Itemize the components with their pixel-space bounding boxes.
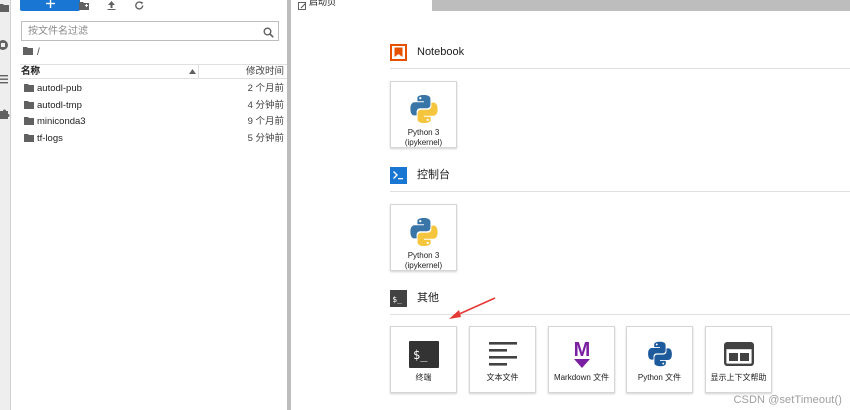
- file-modified: 4 分钟前: [247, 99, 284, 111]
- new-folder-icon[interactable]: [78, 0, 90, 10]
- launcher-tab-icon: [298, 0, 307, 16]
- extension-puzzle-icon[interactable]: [0, 107, 11, 121]
- file-list-item[interactable]: autodl-tmp 4 分钟前: [20, 98, 287, 115]
- file-list-item[interactable]: miniconda3 9 个月前: [20, 114, 287, 131]
- file-list: autodl-pub 2 个月前 autodl-tmp 4 分钟前 minico…: [20, 81, 287, 147]
- card-label: 文本文件: [486, 373, 519, 382]
- file-modified: 9 个月前: [247, 116, 284, 127]
- section-title: 其他: [417, 292, 439, 304]
- text-file-icon: [470, 337, 535, 371]
- folder-icon: [24, 133, 34, 145]
- section-divider: [390, 314, 850, 315]
- file-name: autodl-tmp: [37, 99, 82, 111]
- file-modified: 5 分钟前: [247, 132, 284, 144]
- notebook-icon: [390, 44, 407, 61]
- new-launcher-button[interactable]: [20, 0, 80, 11]
- column-modified-label: 修改时间: [245, 66, 284, 77]
- svg-text:$_: $_: [392, 295, 402, 304]
- card-python-file[interactable]: Python 文件: [626, 326, 693, 393]
- section-divider: [390, 191, 850, 192]
- file-browser-panel: / 名称 修改时间 autodl-pub 2 个月前 autodl-tmp: [11, 0, 287, 410]
- file-filter-input[interactable]: [22, 22, 258, 40]
- running-sessions-icon[interactable]: [0, 38, 11, 52]
- tab-launcher[interactable]: 启动页: [291, 0, 433, 11]
- folder-icon[interactable]: [0, 0, 11, 14]
- launcher-area: 启动页 Notebook Python 3 (ipykernel) 控制台 Py…: [291, 0, 850, 410]
- folder-icon: [24, 117, 34, 128]
- card-label: 终端: [415, 373, 432, 382]
- refresh-icon[interactable]: [133, 0, 145, 10]
- home-folder-icon[interactable]: [23, 46, 33, 58]
- terminal-icon: $_: [391, 337, 456, 371]
- file-browser-toolbar: [11, 0, 287, 14]
- svg-text:M: M: [573, 339, 590, 361]
- column-modified-header[interactable]: 修改时间: [198, 65, 287, 78]
- jupyterlab-window: / 名称 修改时间 autodl-pub 2 个月前 autodl-tmp: [0, 0, 850, 410]
- card-markdown-file[interactable]: M Markdown 文件: [548, 326, 615, 393]
- card-context-help[interactable]: 显示上下文帮助: [705, 326, 772, 393]
- search-icon[interactable]: [263, 25, 274, 43]
- section-notebook: Notebook: [390, 44, 850, 62]
- sort-ascending-icon: [186, 65, 198, 78]
- tab-label: 启动页: [309, 0, 337, 7]
- tab-bar: 启动页: [291, 0, 850, 11]
- card-terminal[interactable]: $_ 终端: [390, 326, 457, 393]
- upload-icon[interactable]: [105, 0, 117, 10]
- folder-icon: [24, 100, 34, 112]
- card-label: Python 文件: [637, 373, 682, 382]
- activity-bar: [0, 0, 11, 410]
- section-title: 控制台: [417, 169, 450, 181]
- file-list-item[interactable]: autodl-pub 2 个月前: [20, 81, 287, 98]
- card-label: 显示上下文帮助: [710, 373, 767, 382]
- folder-icon: [24, 84, 34, 95]
- file-name: tf-logs: [37, 132, 63, 144]
- card-notebook-python3[interactable]: Python 3 (ipykernel): [390, 81, 457, 148]
- command-palette-icon[interactable]: [0, 72, 11, 86]
- card-console-python3[interactable]: Python 3 (ipykernel): [390, 204, 457, 271]
- console-icon: [390, 167, 407, 184]
- terminal-icon: $_: [390, 290, 407, 307]
- section-other: $_ 其他: [390, 290, 850, 308]
- python-file-icon: [627, 337, 692, 371]
- file-modified: 2 个月前: [247, 83, 284, 94]
- file-name: miniconda3: [37, 116, 86, 127]
- breadcrumb-root[interactable]: /: [37, 47, 40, 58]
- python-logo-icon: [391, 92, 456, 126]
- card-label: Markdown 文件: [553, 373, 610, 382]
- plus-icon: [45, 0, 55, 8]
- card-label: Python 3 (ipykernel): [404, 128, 443, 147]
- svg-text:$_: $_: [413, 348, 428, 362]
- file-filter-field: [21, 21, 279, 41]
- python-logo-icon: [391, 215, 456, 249]
- file-list-header: 名称 修改时间: [20, 64, 287, 79]
- watermark: CSDN @setTimeout(): [733, 394, 842, 406]
- column-name-header[interactable]: 名称: [20, 65, 198, 78]
- section-console: 控制台: [390, 167, 850, 185]
- context-help-icon: [706, 337, 771, 371]
- column-name-label: 名称: [21, 66, 41, 77]
- section-divider: [390, 68, 850, 69]
- file-list-item[interactable]: tf-logs 5 分钟前: [20, 131, 287, 148]
- section-title: Notebook: [417, 46, 465, 58]
- file-name: autodl-pub: [37, 83, 82, 94]
- card-text-file[interactable]: 文本文件: [469, 326, 536, 393]
- card-label: Python 3 (ipykernel): [404, 251, 443, 270]
- breadcrumb: /: [23, 46, 40, 58]
- markdown-icon: M: [549, 337, 614, 371]
